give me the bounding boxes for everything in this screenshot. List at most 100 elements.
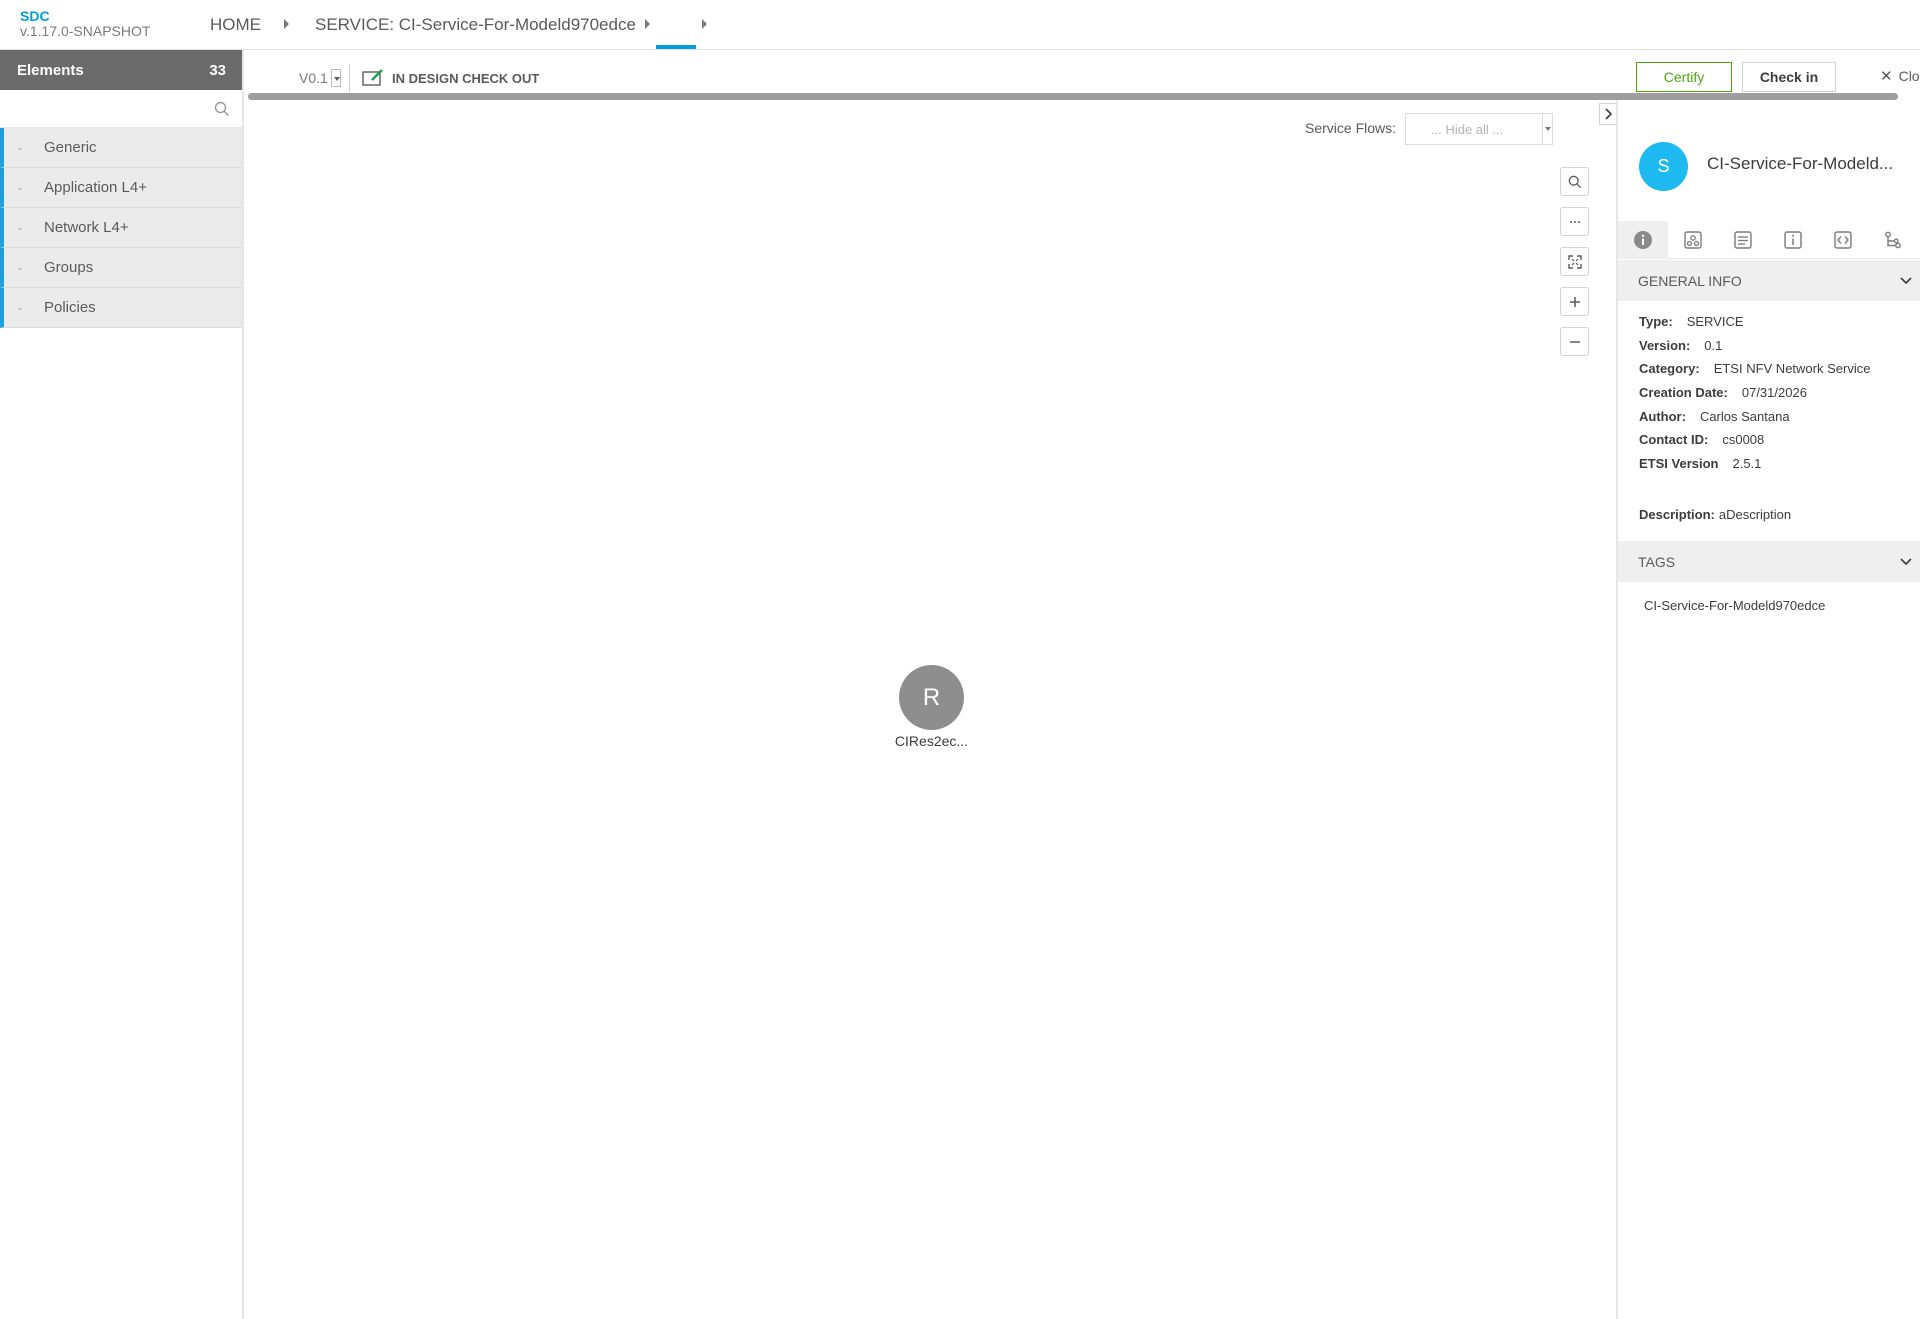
info-key: Author: [1639,409,1686,424]
breadcrumb-home[interactable]: HOME [210,15,261,35]
chevron-right-icon [1605,108,1612,120]
top-navigation-bar: SDC v.1.17.0-SNAPSHOT HOME SERVICE: CI-S… [0,0,1920,50]
palette-category-policies[interactable]: - Policies [0,288,242,328]
tag-item: CI-Service-For-Modeld970edce [1644,598,1826,613]
resource-node-label[interactable]: CIRes2ec... [861,733,1002,749]
info-row-description: Description: aDescription [1639,507,1791,522]
info-key: Category: [1639,361,1700,376]
collapse-dash-icon: - [18,300,22,315]
palette-category-label: Policies [44,299,96,316]
collapse-details-button[interactable] [1599,103,1616,125]
info-value: cs0008 [1722,432,1765,447]
info-row-type: Type: SERVICE [1639,314,1744,329]
service-avatar: S [1639,142,1688,191]
service-flows-label: Service Flows: [1305,120,1397,136]
chevron-down-icon[interactable] [330,69,341,87]
info-key: Contact ID: [1639,432,1709,447]
info-row-author: Author: Carlos Santana [1639,409,1790,424]
canvas-more-button[interactable] [1560,207,1589,236]
info-row-category: Category: ETSI NFV Network Service [1639,361,1870,376]
details-title: CI-Service-For-Modeld... [1707,154,1894,173]
palette-category-label: Network L4+ [44,219,129,236]
palette-search [0,90,242,128]
info-value: SERVICE [1686,314,1744,329]
info-key: Description: [1639,507,1715,522]
palette-title: Elements [17,61,84,79]
check-in-button[interactable]: Check in [1742,62,1836,92]
close-button[interactable]: ✕ Close [1880,67,1920,85]
info-value: 0.1 [1704,338,1723,353]
relations-icon [1885,231,1901,249]
brand[interactable]: SDC v.1.17.0-SNAPSHOT [20,9,150,39]
resource-node[interactable]: R [899,665,964,730]
breadcrumb-active-indicator [656,45,696,49]
breadcrumb-arrow-icon[interactable] [702,19,707,29]
general-info-section-header[interactable]: GENERAL INFO [1618,260,1920,301]
palette-count: 33 [209,61,226,79]
palette-search-input[interactable] [0,90,242,127]
palette-category-label: Generic [44,139,97,156]
lifecycle-state-label: IN DESIGN CHECK OUT [392,70,540,86]
tags-title: TAGS [1638,553,1676,570]
close-label: Close [1898,68,1920,84]
horizontal-scrollbar[interactable] [248,93,1898,100]
tab-api[interactable] [1818,221,1868,259]
brand-version: v.1.17.0-SNAPSHOT [20,23,151,39]
palette-header: Elements 33 [0,50,242,90]
certify-button[interactable]: Certify [1636,62,1732,92]
fit-screen-icon [1567,254,1582,269]
info-value: 2.5.1 [1732,456,1762,471]
info-row-creation-date: Creation Date: 07/31/2026 [1639,385,1807,400]
info-key: ETSI Version [1639,456,1719,471]
palette-category-network-l4[interactable]: - Network L4+ [0,208,242,248]
tab-deployment-artifacts[interactable] [1718,221,1768,259]
info-row-version: Version: 0.1 [1639,338,1722,353]
details-panel: S CI-Service-For-Modeld... GENERAL INFO … [1616,100,1920,1319]
search-icon[interactable] [214,101,230,117]
info-icon [1634,231,1652,249]
info-row-contact-id: Contact ID: cs0008 [1639,432,1764,447]
info-key: Type: [1639,314,1673,329]
collapse-dash-icon: - [18,140,22,155]
lifecycle-state: IN DESIGN CHECK OUT [362,69,539,87]
tab-general-info[interactable] [1618,221,1668,259]
tab-properties[interactable] [1768,221,1818,259]
palette-category-groups[interactable]: - Groups [0,248,242,288]
collapse-dash-icon: - [18,220,22,235]
palette-category-label: Application L4+ [44,179,147,196]
close-icon: ✕ [1880,68,1893,85]
service-flows-select[interactable]: ... Hide all ... [1405,113,1553,145]
info-key: Creation Date: [1639,385,1728,400]
breadcrumb-arrow-icon[interactable] [284,19,289,29]
zoom-out-button[interactable] [1560,327,1589,356]
palette-category-application-l4[interactable]: - Application L4+ [0,168,242,208]
info-value: Carlos Santana [1699,409,1790,424]
info-row-etsi-version: ETSI Version 2.5.1 [1639,456,1761,471]
properties-icon [1784,231,1802,249]
elements-palette: Elements 33 - Generic - Application L4+ … [0,50,244,1319]
breadcrumb-service[interactable]: SERVICE: CI-Service-For-Modeld970edce [315,15,636,35]
collapse-dash-icon: - [18,180,22,195]
canvas-search-button[interactable] [1560,167,1589,196]
api-icon [1834,231,1852,249]
version-selector[interactable]: V0.1 [299,69,341,87]
info-value: ETSI NFV Network Service [1713,361,1871,376]
palette-category-label: Groups [44,259,94,276]
general-info-title: GENERAL INFO [1638,272,1742,289]
tags-section-header[interactable]: TAGS [1618,541,1920,582]
service-flows-value: ... Hide all ... [1431,121,1504,137]
composition-icon [1684,231,1702,249]
chevron-down-icon [1900,276,1912,284]
tab-composition[interactable] [1668,221,1718,259]
tab-relations[interactable] [1868,221,1918,259]
deployment-artifacts-icon [1734,231,1752,249]
zoom-in-icon [1569,296,1580,307]
more-icon [1569,220,1580,223]
chevron-down-icon [1900,557,1912,565]
info-value: 07/31/2026 [1741,385,1807,400]
fit-to-screen-button[interactable] [1560,247,1589,276]
breadcrumb-arrow-icon[interactable] [645,19,650,29]
brand-name[interactable]: SDC [20,9,150,24]
zoom-in-button[interactable] [1560,287,1589,316]
palette-category-generic[interactable]: - Generic [0,128,242,168]
